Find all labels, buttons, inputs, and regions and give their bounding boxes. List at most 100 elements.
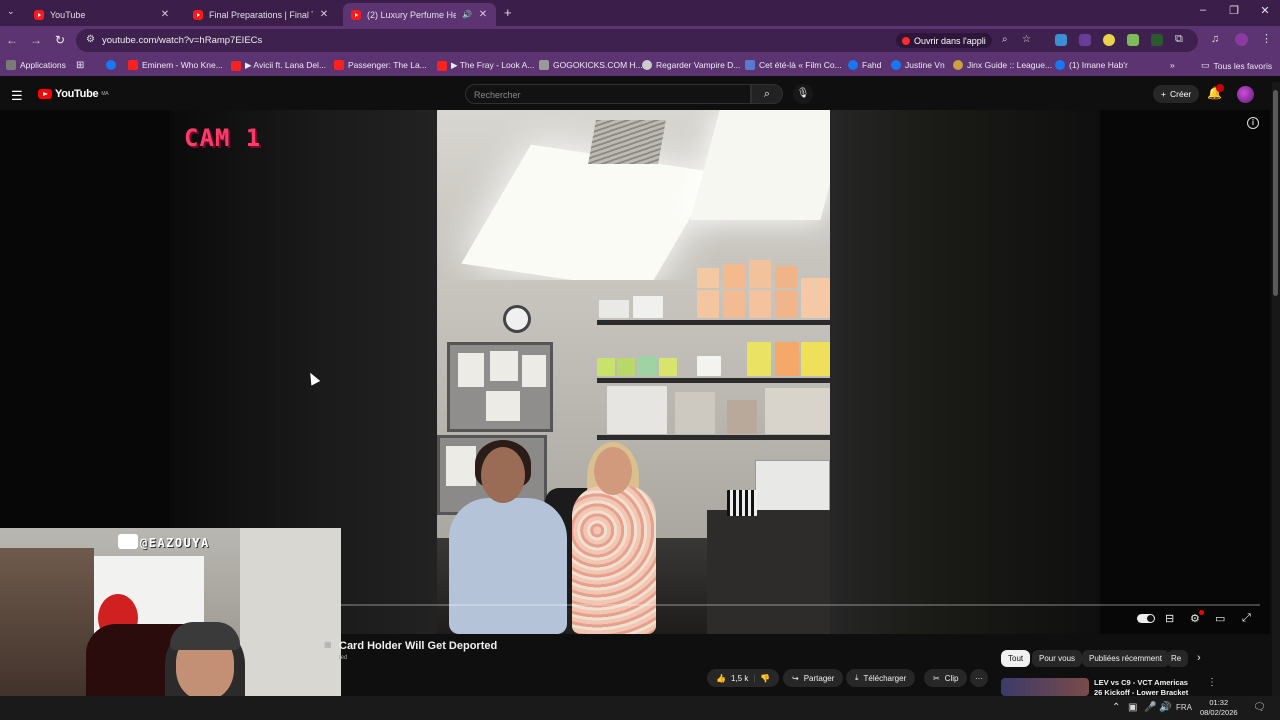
address-bar[interactable]: ⚙ youtube.com/watch?v=hRamp7EIECs Ouvrir…	[76, 29, 1198, 52]
all-favorites-folder[interactable]: ▭ Tous les favoris	[1201, 60, 1272, 71]
bookmark-applications[interactable]: Applications	[6, 60, 66, 70]
filter-chip-pour-vous[interactable]: Pour vous	[1032, 650, 1083, 667]
close-window-icon[interactable]: ✕	[1255, 4, 1275, 17]
tab-youtube[interactable]: YouTube ✕	[26, 3, 178, 26]
hamburger-menu-icon[interactable]: ☰	[11, 88, 23, 104]
extension-icon[interactable]	[1079, 34, 1091, 46]
extension-icon[interactable]	[1055, 34, 1067, 46]
extensions-puzzle-icon[interactable]: ⧉	[1175, 33, 1183, 46]
media-control-icon[interactable]: ♫	[1211, 33, 1219, 45]
video-frame[interactable]	[437, 110, 830, 634]
recommendation-title[interactable]: LEV vs C9 - VCT Americas 26 Kickoff - Lo…	[1094, 678, 1198, 698]
search-button[interactable]: ⌕	[751, 84, 783, 104]
voice-search-button[interactable]: 🎙	[793, 84, 813, 104]
bookmarks-bar: Applications ⊞ Eminem - Who Kne... ▶ Avi…	[0, 56, 1280, 76]
download-label: Télécharger	[863, 673, 907, 683]
thumbs-down-icon[interactable]: 👎	[760, 674, 770, 683]
scene-person-head	[594, 447, 632, 495]
page-scrollbar-thumb[interactable]	[1273, 90, 1278, 296]
back-icon[interactable]: ←	[4, 33, 20, 47]
video-progress-bar[interactable]	[340, 604, 1260, 606]
site-info-icon[interactable]: ⚙	[86, 34, 95, 45]
create-button[interactable]: + Créer	[1153, 85, 1200, 103]
share-arrow-icon: ↪	[792, 673, 799, 683]
clip-button[interactable]: ✂ Clip	[924, 669, 968, 687]
youtube-logo[interactable]: YouTube MA	[38, 88, 109, 100]
more-actions-button[interactable]: ···	[970, 669, 988, 687]
bookmark-label: ▶ Avicii ft. Lana Del...	[245, 60, 327, 70]
extension-icon[interactable]	[1127, 34, 1139, 46]
bookmark-avicii[interactable]: ▶ Avicii ft. Lana Del...	[231, 60, 326, 71]
site-icon	[953, 60, 963, 70]
autoplay-toggle[interactable]	[1137, 614, 1155, 623]
fullscreen-icon[interactable]: ⤢	[1242, 612, 1251, 625]
tab-luxury-perfume-heist[interactable]: (2) Luxury Perfume Heist at 🔊 ✕	[343, 3, 496, 26]
bookmark-the-fray[interactable]: ▶ The Fray - Look A...	[437, 60, 534, 71]
filter-chip-more[interactable]: Re	[1167, 650, 1188, 667]
like-button[interactable]: 👍 1,5 k | 👎	[707, 669, 780, 687]
chip-label: Publiées récemment	[1089, 654, 1162, 663]
settings-gear-icon[interactable]: ⚙	[1190, 612, 1200, 625]
volume-icon[interactable]: 🔊	[1159, 702, 1171, 713]
bookmark-jinx-guide[interactable]: Jinx Guide :: League...	[953, 60, 1052, 70]
chip-label: Re	[1171, 654, 1182, 663]
search-input[interactable]	[466, 86, 750, 104]
subtitles-icon[interactable]: ⊟	[1165, 612, 1174, 625]
recommendation-menu-icon[interactable]: ⋮	[1207, 677, 1217, 688]
bookmark-passenger[interactable]: Passenger: The La...	[334, 60, 427, 70]
chevron-right-icon[interactable]: ›	[1197, 652, 1201, 664]
tab-search-icon[interactable]: ⌄	[7, 6, 15, 17]
bookmark-facebook[interactable]	[106, 60, 116, 70]
webcam-wall	[240, 528, 341, 720]
notification-center-icon[interactable]: 🗨	[1253, 702, 1266, 713]
extension-icon[interactable]	[1151, 34, 1163, 46]
new-tab-button[interactable]: +	[504, 5, 512, 20]
bookmark-cet-ete-la[interactable]: Cet été-là « Film Co...	[745, 60, 842, 70]
reload-icon[interactable]: ↻	[52, 33, 68, 47]
language-indicator[interactable]: FRA	[1176, 703, 1192, 712]
url-text[interactable]: youtube.com/watch?v=hRamp7EIECs	[102, 35, 262, 46]
forward-icon[interactable]: →	[28, 33, 44, 47]
youtube-icon	[437, 60, 447, 71]
close-tab-icon[interactable]: ✕	[319, 9, 329, 20]
bookmark-star-icon[interactable]: ☆	[1022, 34, 1031, 45]
extension-icon[interactable]	[1103, 34, 1115, 46]
bookmark-label: Justine Vn	[905, 60, 945, 70]
tray-chevron-icon[interactable]: ⌃	[1112, 702, 1120, 713]
restore-icon[interactable]: ❐	[1224, 4, 1244, 17]
minimize-icon[interactable]: –	[1193, 4, 1213, 16]
account-avatar[interactable]	[1237, 86, 1254, 103]
share-button[interactable]: ↪ Partager	[783, 669, 844, 687]
search-box[interactable]	[465, 84, 751, 104]
profile-avatar-icon[interactable]	[1235, 33, 1248, 46]
download-button[interactable]: ⤓ Télécharger	[846, 669, 916, 687]
filter-chip-publiees-recemment[interactable]: Publiées récemment	[1082, 650, 1169, 667]
recommendation-thumbnail[interactable]	[1001, 678, 1089, 696]
clip-label: Clip	[944, 673, 959, 683]
system-clock[interactable]: 01:32 08/02/2026	[1200, 698, 1238, 718]
bookmark-eminem[interactable]: Eminem - Who Kne...	[128, 60, 223, 70]
bookmark-fahd[interactable]: Fahd	[848, 60, 881, 70]
tab-final-preparations[interactable]: Final Preparations | Final Touch ✕	[185, 3, 337, 26]
bookmarks-overflow-icon[interactable]: »	[1170, 60, 1175, 70]
filter-chip-tout[interactable]: Tout	[1001, 650, 1031, 667]
miniplayer-icon[interactable]: ▭	[1215, 612, 1225, 625]
bookmark-google-apps[interactable]: ⊞	[76, 60, 84, 71]
webcam-shelf	[0, 548, 94, 720]
browser-menu-icon[interactable]: ⋮	[1261, 32, 1272, 45]
bookmark-imane[interactable]: (1) Imane Hab'r	[1055, 60, 1128, 70]
bookmark-gogokicks[interactable]: GOGOKICKS.COM H...	[539, 60, 643, 70]
audio-playing-icon[interactable]: 🔊	[462, 10, 472, 19]
zoom-search-icon[interactable]: ⌕	[1002, 34, 1008, 45]
open-in-app-button[interactable]: Ouvrir dans l'appli	[896, 33, 992, 48]
social-icons	[118, 534, 138, 549]
bookmark-vampire-diaries[interactable]: Regarder Vampire D...	[642, 60, 740, 70]
bookmark-justine[interactable]: Justine Vn	[891, 60, 945, 70]
bookmark-label: Jinx Guide :: League...	[967, 60, 1053, 70]
bookmark-label: Passenger: The La...	[348, 60, 427, 70]
info-icon[interactable]: i	[1247, 117, 1259, 129]
close-tab-icon[interactable]: ✕	[160, 9, 170, 20]
tray-app-icon[interactable]: ▣	[1128, 702, 1137, 713]
close-tab-icon[interactable]: ✕	[478, 9, 488, 20]
microphone-icon[interactable]: 🎤	[1144, 702, 1156, 713]
